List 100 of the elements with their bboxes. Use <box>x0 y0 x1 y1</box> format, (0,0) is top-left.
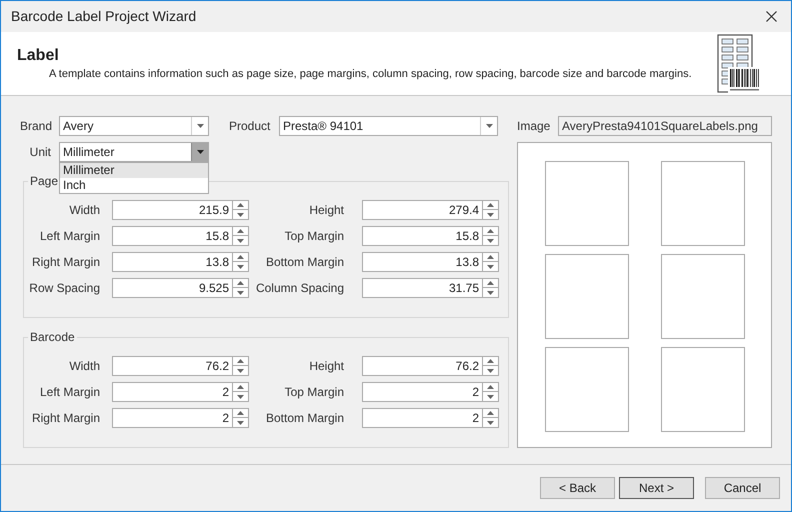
down-caret-icon <box>487 394 494 398</box>
spin-down-button[interactable] <box>233 210 249 220</box>
down-caret-icon <box>487 368 494 372</box>
spin-up-button[interactable] <box>483 356 499 366</box>
number-input[interactable]: 9.525 <box>112 278 233 298</box>
spin-up-button[interactable] <box>483 200 499 210</box>
dropdown-button[interactable] <box>191 143 208 161</box>
spin-down-button[interactable] <box>483 262 499 272</box>
spin-down-button[interactable] <box>233 392 249 402</box>
field-label: Column Spacing <box>254 280 345 297</box>
field-label: Product <box>228 118 272 135</box>
up-caret-icon <box>487 385 494 389</box>
up-caret-icon <box>237 255 244 259</box>
number-input[interactable]: 15.8 <box>362 226 483 246</box>
number-input[interactable]: 279.4 <box>362 200 483 220</box>
down-caret-icon <box>487 238 494 242</box>
up-caret-icon <box>487 229 494 233</box>
field-label: Top Margin <box>284 384 345 401</box>
number-input[interactable]: 2 <box>362 408 483 428</box>
header-description: A template contains information such as page size, page margins, column spacing, row spacing, barcode size and barcode margins. <box>48 66 692 82</box>
up-caret-icon <box>487 411 494 415</box>
up-caret-icon <box>237 359 244 363</box>
spin-up-button[interactable] <box>233 356 249 366</box>
down-caret-icon <box>487 290 494 294</box>
close-icon[interactable] <box>766 11 777 22</box>
number-input[interactable]: 76.2 <box>362 356 483 376</box>
down-caret-icon <box>487 420 494 424</box>
down-caret-icon <box>487 264 494 268</box>
number-input[interactable]: 31.75 <box>362 278 483 298</box>
wizard-button[interactable]: Cancel <box>705 477 780 499</box>
number-input[interactable]: 2 <box>362 382 483 402</box>
field-label: Right Margin <box>30 410 101 427</box>
spin-up-button[interactable] <box>233 252 249 262</box>
up-caret-icon <box>237 281 244 285</box>
spin-down-button[interactable] <box>483 210 499 220</box>
down-caret-icon <box>237 264 244 268</box>
field-label: Height <box>308 202 345 219</box>
number-input[interactable]: 13.8 <box>112 252 233 272</box>
spin-up-button[interactable] <box>233 382 249 392</box>
down-caret-icon <box>196 124 204 128</box>
spin-up-button[interactable] <box>483 226 499 236</box>
product-dropdown[interactable]: Presta® 94101 <box>279 116 498 136</box>
up-caret-icon <box>237 411 244 415</box>
field-label: Image <box>517 118 552 135</box>
down-caret-icon <box>196 150 204 154</box>
number-input[interactable]: 76.2 <box>112 356 233 376</box>
spin-up-button[interactable] <box>483 382 499 392</box>
number-input[interactable]: 13.8 <box>362 252 483 272</box>
spin-down-button[interactable] <box>483 392 499 402</box>
number-input[interactable]: 2 <box>112 382 233 402</box>
spin-up-button[interactable] <box>233 278 249 288</box>
spin-down-button[interactable] <box>233 262 249 272</box>
number-input[interactable]: 215.9 <box>112 200 233 220</box>
field-label: Bottom Margin <box>264 254 345 271</box>
up-caret-icon <box>487 281 494 285</box>
spin-down-button[interactable] <box>233 366 249 376</box>
number-input[interactable]: 15.8 <box>112 226 233 246</box>
down-caret-icon <box>237 394 244 398</box>
spin-down-button[interactable] <box>233 418 249 428</box>
group-title: Barcode <box>29 329 76 346</box>
up-caret-icon <box>237 203 244 207</box>
spin-up-button[interactable] <box>233 408 249 418</box>
field-label: Right Margin <box>30 254 101 271</box>
group-title: Page <box>29 173 60 190</box>
spin-up-button[interactable] <box>483 278 499 288</box>
up-caret-icon <box>487 255 494 259</box>
image-path-field[interactable]: AveryPresta94101SquareLabels.png <box>558 116 772 136</box>
down-caret-icon <box>237 290 244 294</box>
spin-down-button[interactable] <box>483 288 499 298</box>
up-caret-icon <box>237 385 244 389</box>
unit-dropdown[interactable]: Millimeter <box>59 142 209 162</box>
number-input[interactable]: 2 <box>112 408 233 428</box>
spin-down-button[interactable] <box>483 418 499 428</box>
down-caret-icon <box>237 238 244 242</box>
down-caret-icon <box>237 368 244 372</box>
spin-up-button[interactable] <box>483 408 499 418</box>
window-title: Barcode Label Project Wizard <box>11 7 196 26</box>
wizard-button[interactable]: < Back <box>540 477 615 499</box>
field-label: Left Margin <box>38 228 101 245</box>
dropdown-option[interactable]: Millimeter <box>60 163 208 178</box>
up-caret-icon <box>487 359 494 363</box>
spin-down-button[interactable] <box>233 288 249 298</box>
spin-up-button[interactable] <box>483 252 499 262</box>
field-label: Row Spacing <box>28 280 101 297</box>
field-label: Width <box>68 202 101 219</box>
brand-dropdown[interactable]: Avery <box>59 116 209 136</box>
spin-down-button[interactable] <box>483 366 499 376</box>
wizard-button[interactable]: Next > <box>619 477 694 499</box>
down-caret-icon <box>486 124 492 128</box>
field-label: Height <box>308 358 345 375</box>
spin-down-button[interactable] <box>233 236 249 246</box>
down-caret-icon <box>487 212 494 216</box>
field-label: Brand <box>20 118 54 135</box>
up-caret-icon <box>237 229 244 233</box>
spin-up-button[interactable] <box>233 200 249 210</box>
header-title: Label <box>17 46 60 66</box>
spin-up-button[interactable] <box>233 226 249 236</box>
down-caret-icon <box>237 420 244 424</box>
field-label: Width <box>68 358 101 375</box>
spin-down-button[interactable] <box>483 236 499 246</box>
